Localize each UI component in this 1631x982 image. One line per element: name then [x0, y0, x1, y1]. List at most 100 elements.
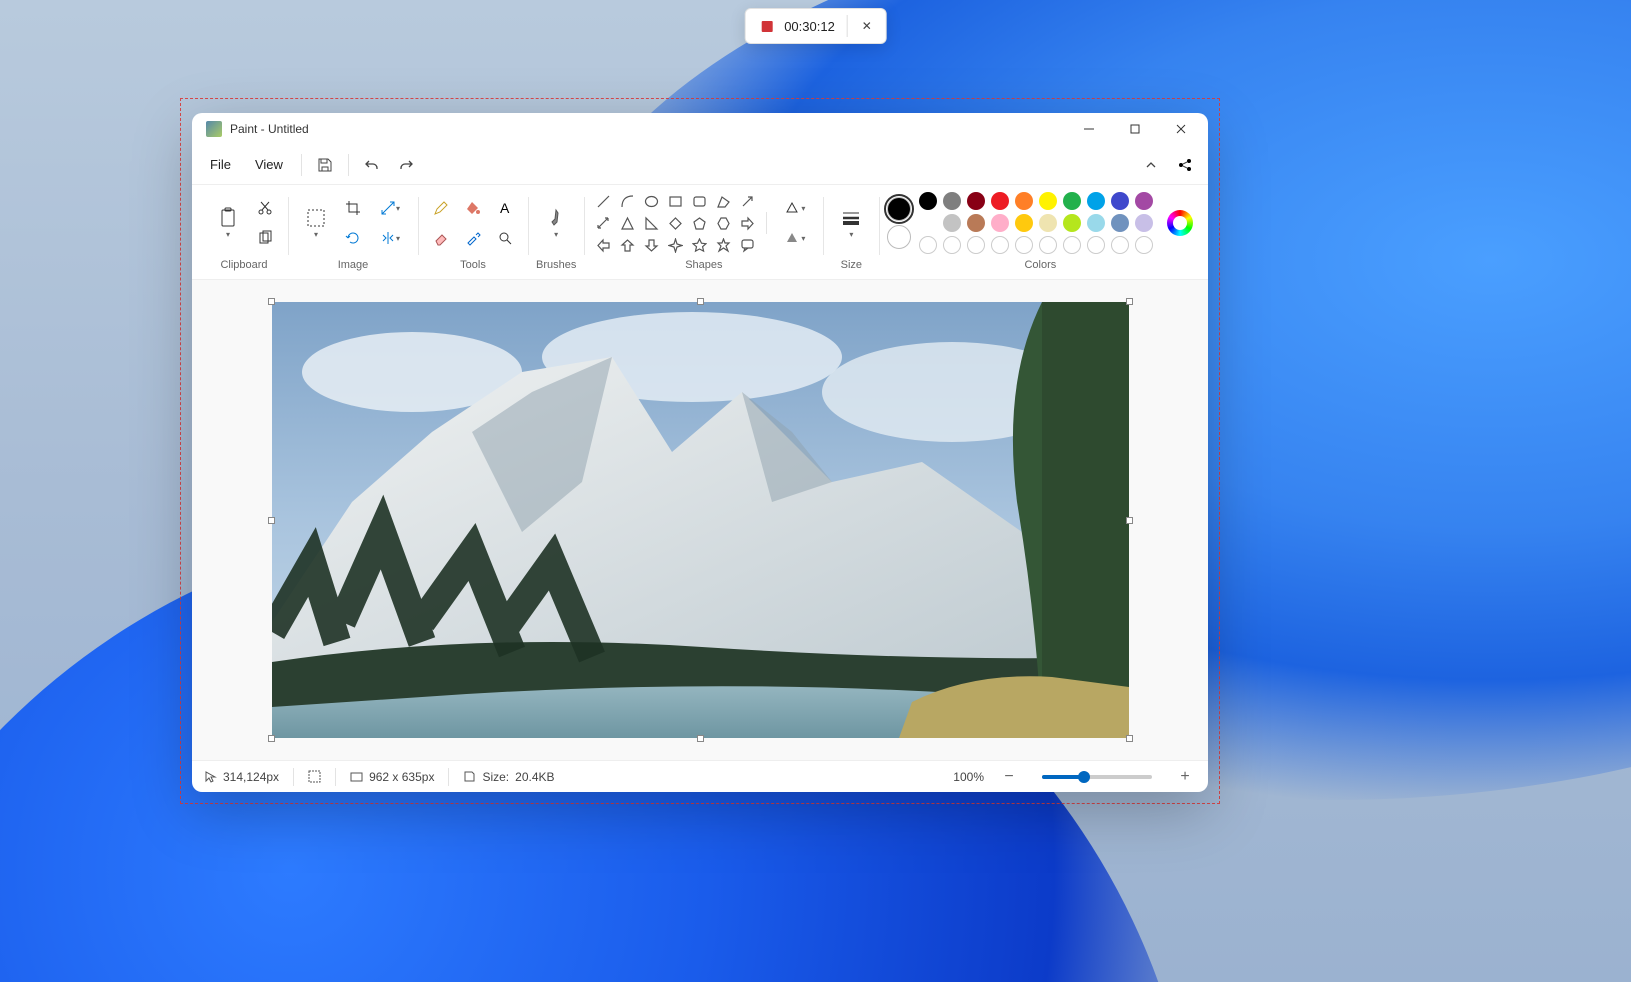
maximize-button[interactable]: [1112, 113, 1158, 145]
edit-colors-button[interactable]: [1167, 210, 1193, 236]
shape-line[interactable]: [592, 191, 614, 211]
select-button[interactable]: ▾: [296, 199, 336, 247]
resize-handle-r[interactable]: [1126, 517, 1133, 524]
zoom-out-button[interactable]: −: [998, 766, 1020, 788]
undo-button[interactable]: [355, 149, 389, 181]
shape-two-arrow[interactable]: [592, 213, 614, 233]
share-button[interactable]: [1168, 149, 1202, 181]
color-swatch[interactable]: [1015, 192, 1033, 210]
canvas-image[interactable]: [272, 302, 1129, 738]
resize-handle-bl[interactable]: [268, 735, 275, 742]
resize-handle-t[interactable]: [697, 298, 704, 305]
shape-star5[interactable]: [688, 235, 710, 255]
resize-handle-tr[interactable]: [1126, 298, 1133, 305]
color-swatch-empty[interactable]: [1063, 236, 1081, 254]
color-swatch[interactable]: [967, 214, 985, 232]
color-swatch[interactable]: [1135, 214, 1153, 232]
zoom-in-button[interactable]: +: [1174, 766, 1196, 788]
color-swatch[interactable]: [1063, 214, 1081, 232]
fill-tool[interactable]: [458, 194, 488, 222]
color-swatch-empty[interactable]: [1015, 236, 1033, 254]
shape-pentagon[interactable]: [688, 213, 710, 233]
zoom-slider-thumb[interactable]: [1078, 771, 1090, 783]
color-swatch[interactable]: [1087, 214, 1105, 232]
size-button[interactable]: ▾: [831, 199, 871, 247]
titlebar[interactable]: Paint - Untitled: [192, 113, 1208, 145]
resize-handle-br[interactable]: [1126, 735, 1133, 742]
shape-star4[interactable]: [664, 235, 686, 255]
resize-button[interactable]: ▾: [370, 194, 410, 222]
shape-callout[interactable]: [736, 235, 758, 255]
shape-triangle[interactable]: [616, 213, 638, 233]
group-label-tools: Tools: [460, 259, 486, 275]
color-swatch-empty[interactable]: [991, 236, 1009, 254]
shape-oval[interactable]: [640, 191, 662, 211]
color-swatch-empty[interactable]: [943, 236, 961, 254]
color-swatch-empty[interactable]: [1087, 236, 1105, 254]
color-swatch[interactable]: [943, 214, 961, 232]
color-swatch-empty[interactable]: [1039, 236, 1057, 254]
menu-view[interactable]: View: [243, 151, 295, 178]
shape-arrow-ne[interactable]: [736, 191, 758, 211]
color1[interactable]: [887, 197, 911, 221]
shape-roundrect[interactable]: [688, 191, 710, 211]
zoom-slider[interactable]: [1042, 775, 1152, 779]
shape-hexagon[interactable]: [712, 213, 734, 233]
color-swatch[interactable]: [991, 214, 1009, 232]
shape-rect[interactable]: [664, 191, 686, 211]
color-swatch[interactable]: [967, 192, 985, 210]
flip-button[interactable]: ▾: [370, 224, 410, 252]
shape-diamond[interactable]: [664, 213, 686, 233]
pencil-tool[interactable]: [426, 194, 456, 222]
eraser-tool[interactable]: [426, 224, 456, 252]
color-swatch[interactable]: [1039, 214, 1057, 232]
resize-handle-b[interactable]: [697, 735, 704, 742]
color-swatch[interactable]: [1111, 192, 1129, 210]
color-picker-tool[interactable]: [458, 224, 488, 252]
color-swatch-empty[interactable]: [919, 236, 937, 254]
color-swatch[interactable]: [943, 192, 961, 210]
color-swatch[interactable]: [1087, 192, 1105, 210]
cut-button[interactable]: [250, 194, 280, 222]
resize-handle-l[interactable]: [268, 517, 275, 524]
menu-file[interactable]: File: [198, 151, 243, 178]
copy-button[interactable]: [250, 224, 280, 252]
redo-button[interactable]: [389, 149, 423, 181]
close-button[interactable]: [1158, 113, 1204, 145]
collapse-ribbon-button[interactable]: [1134, 149, 1168, 181]
shape-outline-button[interactable]: ▾: [775, 194, 815, 222]
color-swatch[interactable]: [1039, 192, 1057, 210]
shape-polygon[interactable]: [712, 191, 734, 211]
magnifier-tool[interactable]: [490, 224, 520, 252]
shape-arrow-right[interactable]: [736, 213, 758, 233]
color2[interactable]: [887, 225, 911, 249]
shape-right-tri[interactable]: [640, 213, 662, 233]
color-swatch-empty[interactable]: [1135, 236, 1153, 254]
shape-arrow-down[interactable]: [640, 235, 662, 255]
rotate-button[interactable]: [338, 224, 368, 252]
recorder-close-button[interactable]: ✕: [848, 8, 886, 44]
canvas-area[interactable]: [192, 280, 1208, 760]
brushes-button[interactable]: ▾: [536, 199, 576, 247]
color-swatch[interactable]: [1063, 192, 1081, 210]
shape-curve[interactable]: [616, 191, 638, 211]
shape-arrow-left[interactable]: [592, 235, 614, 255]
text-tool[interactable]: A: [490, 194, 520, 222]
color-swatch[interactable]: [991, 192, 1009, 210]
shape-star6[interactable]: [712, 235, 734, 255]
divider: [448, 768, 449, 786]
crop-button[interactable]: [338, 194, 368, 222]
resize-handle-tl[interactable]: [268, 298, 275, 305]
color-swatch-empty[interactable]: [1111, 236, 1129, 254]
color-swatch[interactable]: [1135, 192, 1153, 210]
shape-arrow-up[interactable]: [616, 235, 638, 255]
color-swatch[interactable]: [919, 214, 937, 232]
shape-fill-button[interactable]: ▾: [775, 224, 815, 252]
paste-button[interactable]: ▾: [208, 199, 248, 247]
color-swatch[interactable]: [1111, 214, 1129, 232]
color-swatch-empty[interactable]: [967, 236, 985, 254]
color-swatch[interactable]: [1015, 214, 1033, 232]
save-button[interactable]: [308, 149, 342, 181]
minimize-button[interactable]: [1066, 113, 1112, 145]
color-swatch[interactable]: [919, 192, 937, 210]
